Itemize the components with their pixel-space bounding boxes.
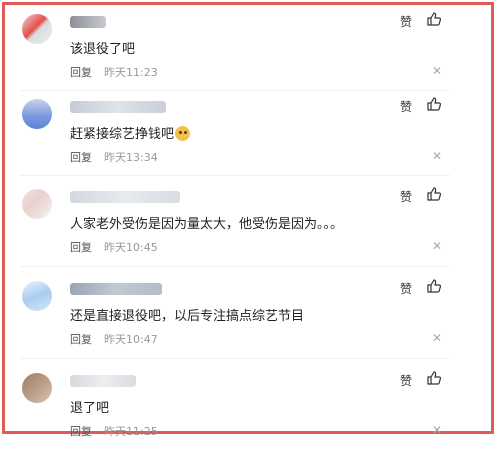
thumbs-up-icon[interactable]	[426, 11, 442, 27]
comment-text-content: 赶紧接综艺挣钱吧	[70, 127, 175, 142]
like-button[interactable]: 赞	[400, 280, 412, 297]
username-blurred[interactable]	[70, 283, 162, 295]
username-blurred[interactable]	[70, 191, 180, 203]
close-icon[interactable]: ✕	[432, 149, 442, 163]
avatar[interactable]	[22, 14, 52, 44]
comment-time: 昨天11:23	[104, 66, 158, 79]
comment-time: 昨天10:45	[104, 241, 158, 254]
avatar[interactable]	[22, 99, 52, 129]
username-blurred[interactable]	[70, 375, 136, 387]
close-icon[interactable]: ✕	[432, 64, 442, 78]
reply-button[interactable]: 回复	[70, 151, 92, 164]
comment-text: 该退役了吧	[70, 42, 136, 57]
comment-time: 昨天11:25	[104, 425, 158, 438]
reply-button[interactable]: 回复	[70, 66, 92, 79]
comment-meta: 回复 昨天11:25	[70, 423, 158, 439]
like-button[interactable]: 赞	[400, 98, 412, 115]
divider	[20, 266, 450, 267]
close-icon[interactable]: ✕	[432, 331, 442, 345]
like-button[interactable]: 赞	[400, 13, 412, 30]
username-blurred[interactable]	[70, 16, 106, 28]
thumbs-up-icon[interactable]	[426, 370, 442, 386]
comment-text: 人家老外受伤是因为量太大，他受伤是因为。。。	[70, 217, 344, 232]
reply-button[interactable]: 回复	[70, 333, 92, 346]
avatar[interactable]	[22, 281, 52, 311]
comment-time: 昨天10:47	[104, 333, 158, 346]
comment-item: 赞 赶紧接综艺挣钱吧 回复 昨天13:34 ✕	[22, 96, 442, 179]
divider	[20, 90, 450, 91]
comment-time: 昨天13:34	[104, 151, 158, 164]
close-icon[interactable]: ✕	[432, 239, 442, 253]
avatar[interactable]	[22, 373, 52, 403]
like-button[interactable]: 赞	[400, 372, 412, 389]
avatar[interactable]	[22, 189, 52, 219]
comment-text: 退了吧	[70, 401, 110, 416]
username-blurred[interactable]	[70, 101, 166, 113]
thumbs-up-icon[interactable]	[426, 96, 442, 112]
reply-button[interactable]: 回复	[70, 241, 92, 254]
thumbs-up-icon[interactable]	[426, 186, 442, 202]
divider	[20, 358, 450, 359]
comment-meta: 回复 昨天10:47	[70, 331, 158, 347]
comment-text: 赶紧接综艺挣钱吧	[70, 123, 191, 142]
reply-button[interactable]: 回复	[70, 425, 92, 438]
comment-item: 赞 退了吧 回复 昨天11:25 ✕	[22, 370, 442, 453]
divider	[20, 175, 450, 176]
comment-item: 赞 该退役了吧 回复 昨天11:23 ✕	[22, 11, 442, 94]
comment-meta: 回复 昨天11:23	[70, 64, 158, 80]
comment-text: 还是直接退役吧，以后专注搞点综艺节目	[70, 309, 305, 324]
laughing-emoji-icon	[175, 126, 191, 141]
close-icon[interactable]: ✕	[432, 423, 442, 437]
comment-meta: 回复 昨天10:45	[70, 239, 158, 255]
like-button[interactable]: 赞	[400, 188, 412, 205]
comment-item: 赞 还是直接退役吧，以后专注搞点综艺节目 回复 昨天10:47 ✕	[22, 278, 442, 361]
comment-item: 赞 人家老外受伤是因为量太大，他受伤是因为。。。 回复 昨天10:45 ✕	[22, 186, 442, 269]
thumbs-up-icon[interactable]	[426, 278, 442, 294]
comment-meta: 回复 昨天13:34	[70, 149, 158, 165]
